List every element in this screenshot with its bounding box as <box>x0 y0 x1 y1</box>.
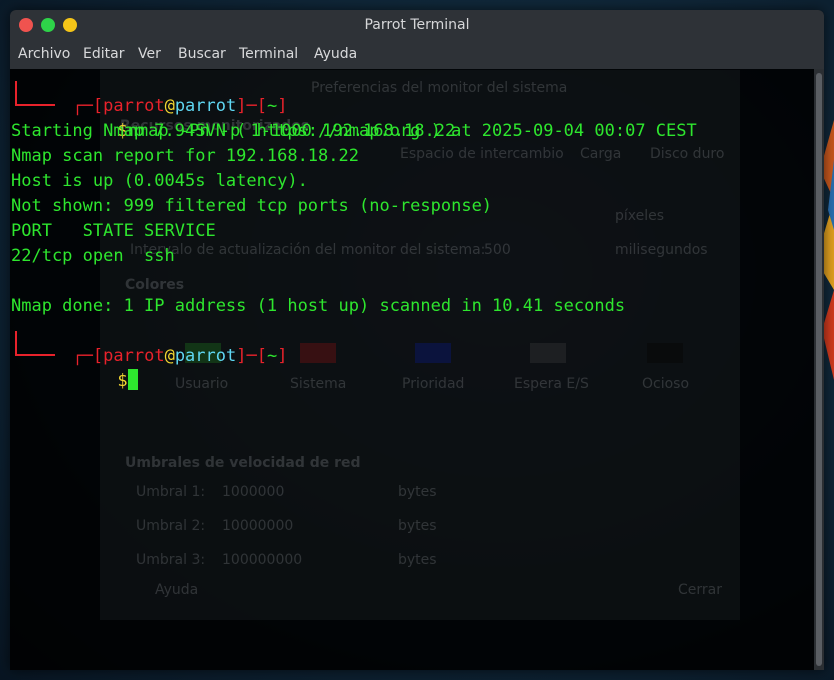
output-line: Nmap done: 1 IP address (1 host up) scan… <box>11 296 626 316</box>
command-line-2: $ <box>56 344 138 391</box>
command-line-1: $nmap -Pn -p 1-1000 192.168.18.22 <box>56 94 455 141</box>
prompt-line-1: ┌─[parrot@parrot]─[~] <box>72 96 288 116</box>
title-bar[interactable]: Parrot Terminal <box>10 10 824 41</box>
prompt-dir: ~ <box>266 346 278 366</box>
output-line: Not shown: 999 filtered tcp ports (no-re… <box>11 196 493 216</box>
prompt-dollar: $ <box>117 371 128 391</box>
menu-ver[interactable]: Ver <box>138 46 161 62</box>
output-line: PORT STATE SERVICE <box>11 221 216 241</box>
menu-buscar[interactable]: Buscar <box>178 46 226 62</box>
prompt-host: parrot <box>174 346 237 366</box>
menu-archivo[interactable]: Archivo <box>18 46 70 62</box>
prompt-line-2: ┌─[parrot@parrot]─[~] <box>72 346 288 366</box>
menu-ayuda[interactable]: Ayuda <box>314 46 357 62</box>
output-line: Host is up (0.0045s latency). <box>11 171 308 191</box>
window-title: Parrot Terminal <box>364 17 470 33</box>
menu-bar: Archivo Editar Ver Buscar Terminal Ayuda <box>10 41 824 69</box>
output-line: Starting Nmap 7.94SVN ( https://nmap.org… <box>11 121 697 141</box>
menu-editar[interactable]: Editar <box>83 46 124 62</box>
terminal-window: Parrot Terminal Archivo Editar Ver Busca… <box>10 10 824 670</box>
text-cursor <box>127 369 138 390</box>
output-line: Nmap scan report for 192.168.18.22 <box>11 146 359 166</box>
menu-terminal[interactable]: Terminal <box>239 46 298 62</box>
output-line: 22/tcp open ssh <box>11 246 175 266</box>
scrollbar-thumb[interactable] <box>816 73 822 666</box>
terminal-output[interactable]: ┌─[parrot@parrot]─[~] $nmap -Pn -p 1-100… <box>10 69 814 670</box>
terminal-scrollbar[interactable] <box>814 69 824 670</box>
